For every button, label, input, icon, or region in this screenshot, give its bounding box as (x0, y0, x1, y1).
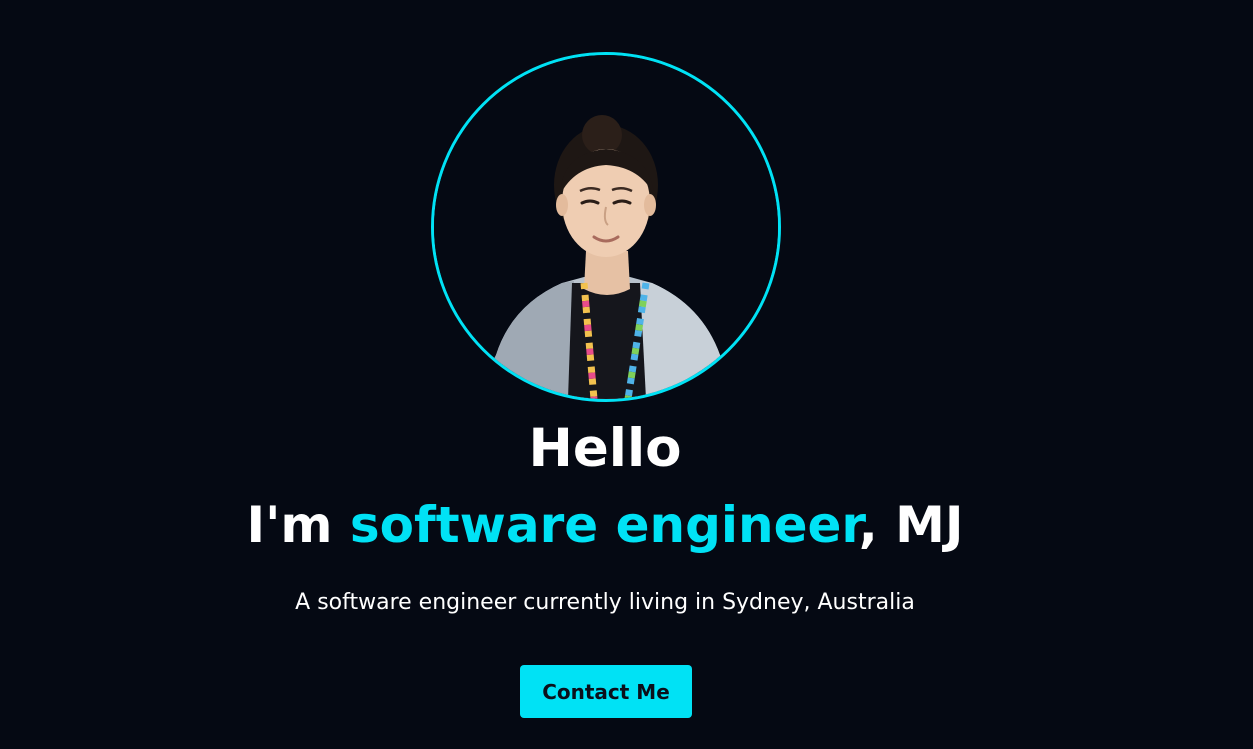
headline: I'm software engineer, MJ (0, 493, 1210, 557)
hero-subtitle: A software engineer currently living in … (295, 590, 915, 615)
person-portrait-icon (434, 55, 778, 399)
profile-photo (431, 52, 781, 402)
greeting-heading: Hello (528, 418, 682, 479)
headline-role: software engineer (349, 496, 859, 554)
headline-prefix: I'm (246, 496, 350, 554)
contact-me-button[interactable]: Contact Me (520, 665, 692, 718)
hero-section: Hello I'm software engineer, MJ A softwa… (0, 0, 1253, 749)
headline-name: , MJ (858, 496, 964, 554)
